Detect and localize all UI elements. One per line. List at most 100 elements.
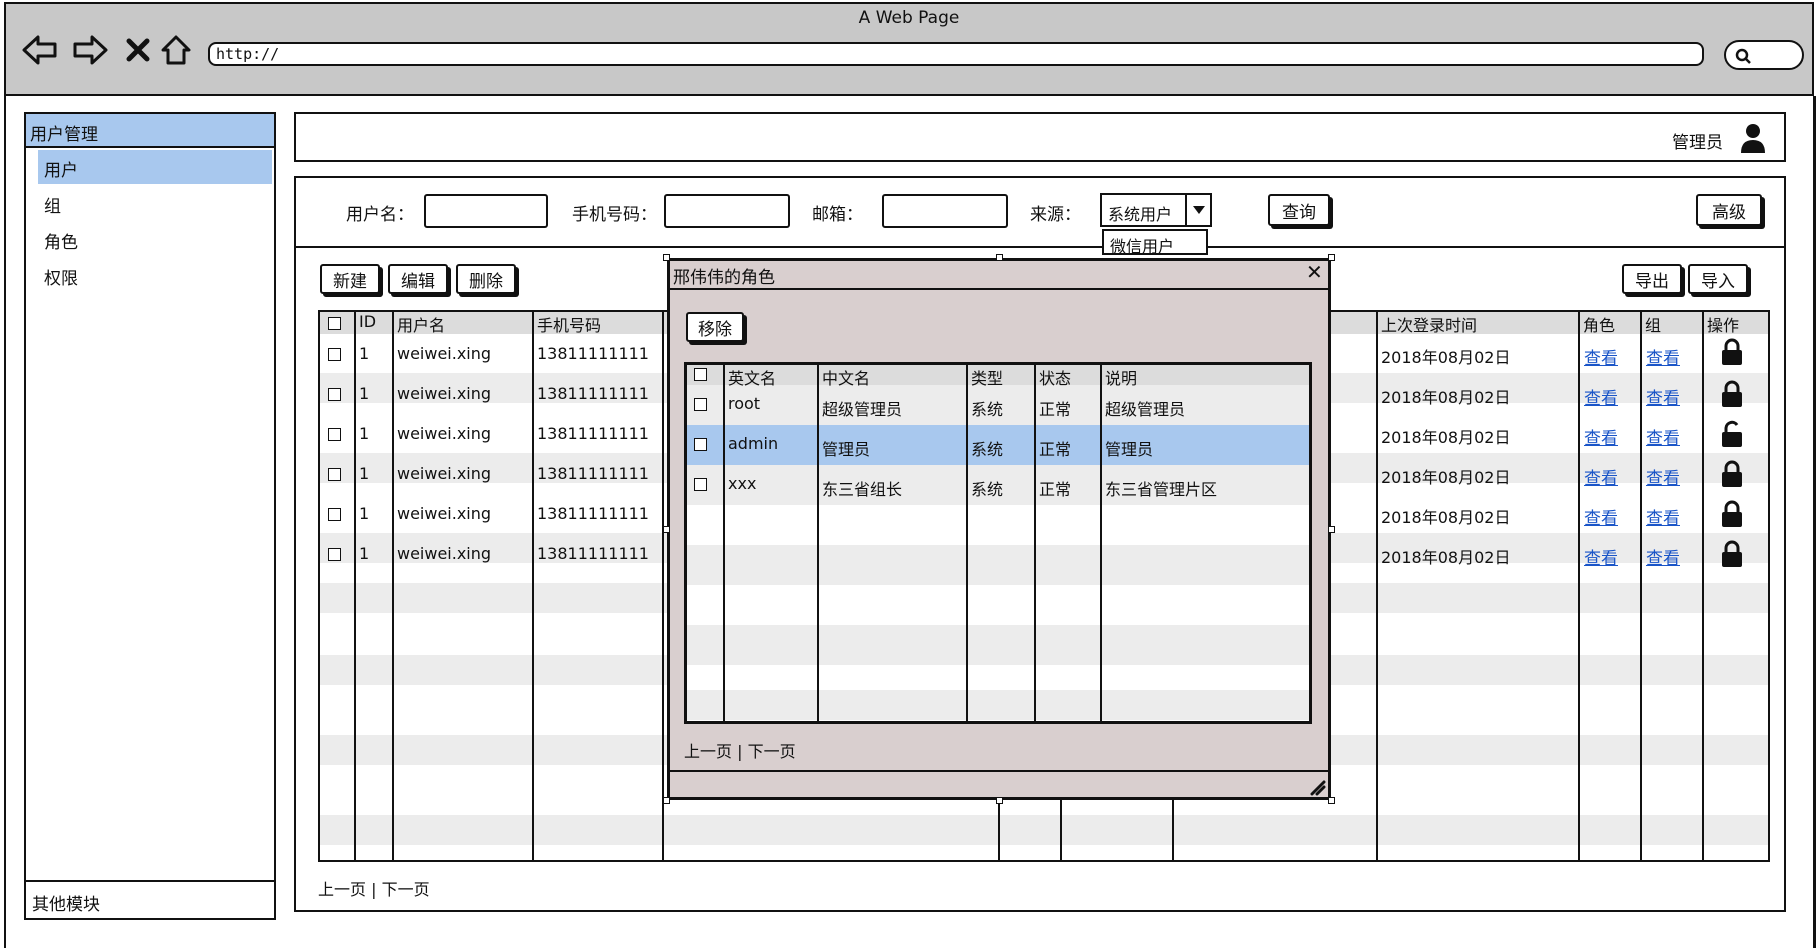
row-checkbox[interactable] xyxy=(328,428,341,441)
lock-icon[interactable] xyxy=(1720,540,1744,572)
forward-icon[interactable] xyxy=(70,30,110,70)
row-checkbox[interactable] xyxy=(328,348,341,361)
dialog-select-all-checkbox[interactable] xyxy=(694,368,707,381)
dialog-header-status: 状态 xyxy=(1039,369,1072,388)
current-user-label[interactable]: 管理员 xyxy=(1672,128,1723,153)
header-username[interactable]: 用户名 xyxy=(397,312,445,336)
username-filter-input[interactable] xyxy=(424,194,548,228)
remove-button[interactable]: 移除 xyxy=(686,312,744,342)
view-group-link[interactable]: 查看 xyxy=(1646,544,1680,569)
view-role-link[interactable]: 查看 xyxy=(1584,464,1618,489)
selection-handle[interactable] xyxy=(996,797,1003,804)
dialog-title: 邢伟伟的角色 xyxy=(673,268,775,288)
sidebar-item-groups[interactable]: 组 xyxy=(44,192,61,217)
cell-id: 1 xyxy=(359,544,370,563)
selection-handle[interactable] xyxy=(663,526,670,533)
dialog-row-checkbox[interactable] xyxy=(694,478,707,491)
table-pager[interactable]: 上一页 | 下一页 xyxy=(318,876,430,900)
sidebar-item-permissions[interactable]: 权限 xyxy=(44,264,78,289)
view-role-link[interactable]: 查看 xyxy=(1584,424,1618,449)
user-icon[interactable] xyxy=(1740,122,1766,158)
export-button[interactable]: 导出 xyxy=(1622,264,1682,294)
view-group-link[interactable]: 查看 xyxy=(1646,384,1680,409)
selection-handle[interactable] xyxy=(663,254,670,261)
sidebar-header-user-management[interactable]: 用户管理 xyxy=(24,112,276,148)
browser-search-field[interactable] xyxy=(1724,40,1804,70)
cell-last-login: 2018年08月02日 xyxy=(1381,428,1511,447)
view-group-link[interactable]: 查看 xyxy=(1646,464,1680,489)
edit-button[interactable]: 编辑 xyxy=(388,264,448,294)
import-button[interactable]: 导入 xyxy=(1688,264,1748,294)
cell-id: 1 xyxy=(359,464,370,483)
view-group-link[interactable]: 查看 xyxy=(1646,504,1680,529)
column-divider xyxy=(1702,310,1704,862)
column-divider xyxy=(1578,310,1580,862)
view-role-link[interactable]: 查看 xyxy=(1584,384,1618,409)
advanced-button[interactable]: 高级 xyxy=(1696,194,1762,226)
cell-username: weiwei.xing xyxy=(397,504,492,523)
column-divider xyxy=(354,310,356,862)
lock-icon[interactable] xyxy=(1720,380,1744,412)
source-filter-label: 来源： xyxy=(1030,205,1081,225)
dialog-pager[interactable]: 上一页 | 下一页 xyxy=(684,738,796,762)
row-checkbox[interactable] xyxy=(328,508,341,521)
column-divider xyxy=(1640,310,1642,862)
row-checkbox[interactable] xyxy=(328,468,341,481)
stop-icon[interactable] xyxy=(118,30,158,70)
selection-handle[interactable] xyxy=(1328,526,1335,533)
page-border-right xyxy=(1813,96,1816,948)
sidebar-item-roles[interactable]: 角色 xyxy=(44,228,78,253)
email-filter-input[interactable] xyxy=(882,194,1008,228)
selection-handle[interactable] xyxy=(1328,254,1335,261)
url-bar[interactable]: http:// xyxy=(208,42,1704,66)
select-all-checkbox[interactable] xyxy=(328,317,341,330)
row-checkbox[interactable] xyxy=(328,548,341,561)
header-id[interactable]: ID xyxy=(359,312,376,331)
view-role-link[interactable]: 查看 xyxy=(1584,344,1618,369)
dialog-column-divider xyxy=(966,362,968,724)
back-icon[interactable] xyxy=(20,30,60,70)
selection-handle[interactable] xyxy=(996,254,1003,261)
home-icon[interactable] xyxy=(156,30,196,70)
selection-handle[interactable] xyxy=(663,797,670,804)
sidebar-footer-other-modules[interactable]: 其他模块 xyxy=(24,880,276,920)
row-checkbox[interactable] xyxy=(328,388,341,401)
view-role-link[interactable]: 查看 xyxy=(1584,504,1618,529)
lock-icon[interactable] xyxy=(1720,500,1744,532)
header-group[interactable]: 组 xyxy=(1645,312,1661,336)
new-button[interactable]: 新建 xyxy=(320,264,380,294)
view-role-link[interactable]: 查看 xyxy=(1584,544,1618,569)
cell-phone: 13811111111 xyxy=(537,464,649,483)
cell-username: weiwei.xing xyxy=(397,544,492,563)
dialog-cell-cn-name: 管理员 xyxy=(822,440,871,459)
lock-icon[interactable] xyxy=(1720,338,1744,370)
header-role[interactable]: 角色 xyxy=(1583,312,1615,336)
lock-icon[interactable] xyxy=(1720,460,1744,492)
header-last-login[interactable]: 上次登录时间 xyxy=(1381,312,1477,336)
dialog-stripe xyxy=(687,545,1309,585)
dialog-header-type: 类型 xyxy=(971,369,1004,388)
unlock-icon[interactable] xyxy=(1720,420,1744,452)
cell-phone: 13811111111 xyxy=(537,424,649,443)
dialog-column-divider xyxy=(817,362,819,724)
source-option-wechat[interactable]: 微信用户 xyxy=(1102,229,1208,256)
chevron-down-icon[interactable] xyxy=(1185,193,1211,227)
delete-button[interactable]: 删除 xyxy=(456,264,516,294)
dialog-column-divider xyxy=(1100,362,1102,724)
view-group-link[interactable]: 查看 xyxy=(1646,344,1680,369)
dialog-header-cn-name: 中文名 xyxy=(822,369,871,388)
username-filter-label: 用户名： xyxy=(346,205,414,225)
dialog-cell-status: 正常 xyxy=(1039,400,1072,419)
dialog-row-checkbox[interactable] xyxy=(694,398,707,411)
view-group-link[interactable]: 查看 xyxy=(1646,424,1680,449)
header-action: 操作 xyxy=(1707,316,1740,335)
dialog-row-checkbox[interactable] xyxy=(694,438,707,451)
phone-filter-input[interactable] xyxy=(664,194,790,228)
close-icon[interactable]: ✕ xyxy=(1306,260,1323,284)
dialog-header-desc: 说明 xyxy=(1105,369,1138,388)
sidebar-item-users[interactable]: 用户 xyxy=(44,156,78,181)
header-phone[interactable]: 手机号码 xyxy=(537,312,601,336)
resize-grip-icon[interactable] xyxy=(1308,778,1326,800)
selection-handle[interactable] xyxy=(1328,797,1335,804)
query-button[interactable]: 查询 xyxy=(1268,194,1330,226)
